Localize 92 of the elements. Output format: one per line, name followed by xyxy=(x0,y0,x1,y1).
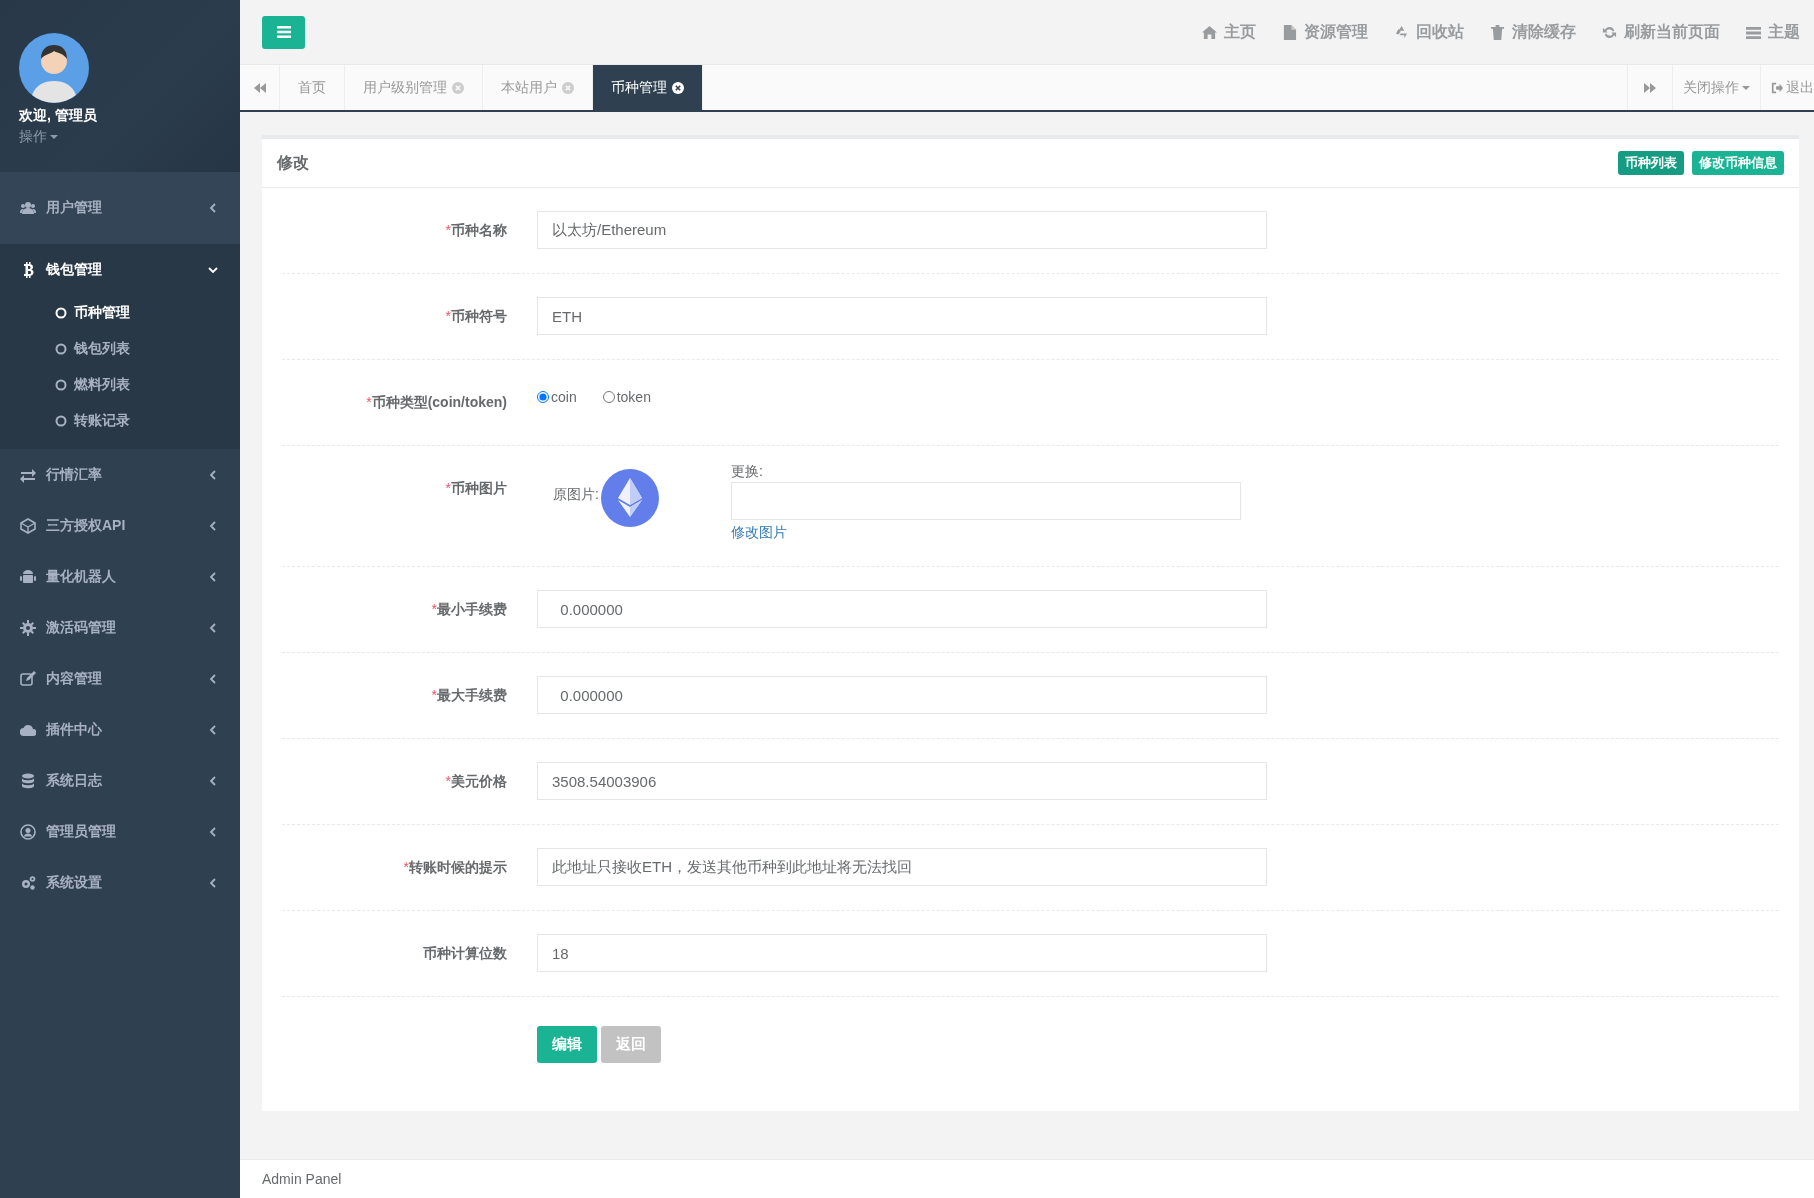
nav-link[interactable]: 资源管理 xyxy=(1282,21,1368,43)
double-left-arrow-icon xyxy=(252,80,267,95)
chevron-left-icon xyxy=(208,775,218,786)
chevron-left-icon xyxy=(208,469,218,480)
field-label: *美元价格 xyxy=(444,772,508,791)
exchange-arrows-icon xyxy=(20,466,36,483)
header-button[interactable]: 修改币种信息 xyxy=(1692,151,1784,175)
menu-icon xyxy=(276,26,291,38)
edit-icon xyxy=(20,670,36,687)
sidebar-item[interactable]: 钱包管理 xyxy=(0,244,240,295)
chevron-left-icon xyxy=(208,520,218,531)
chevron-down-icon xyxy=(208,264,218,275)
list-icon xyxy=(1746,24,1761,40)
field-label: *币种符号 xyxy=(444,307,508,326)
chevron-left-icon xyxy=(208,724,218,735)
nav-link[interactable]: 清除缓存 xyxy=(1490,21,1576,43)
radio-label[interactable]: token xyxy=(616,389,651,405)
sidebar-item[interactable]: 内容管理 xyxy=(0,653,240,704)
nav-link[interactable]: 主题 xyxy=(1746,21,1800,43)
file-input-field[interactable] xyxy=(730,482,1241,520)
page-tab[interactable]: 币种管理 xyxy=(593,65,703,110)
circle-icon xyxy=(55,415,67,427)
chevron-left-icon xyxy=(208,877,218,888)
sidebar-item[interactable]: 插件中心 xyxy=(0,704,240,755)
users-icon xyxy=(20,200,36,216)
sidebar-item[interactable]: 管理员管理 xyxy=(0,806,240,857)
chevron-left-icon xyxy=(208,622,218,633)
edit-button[interactable]: 编辑 xyxy=(537,1026,597,1063)
profile-menu[interactable]: 操作 xyxy=(19,128,58,146)
footer-text: Admin Panel xyxy=(262,1171,342,1187)
field-label: *转账时候的提示 xyxy=(402,858,508,877)
chevron-left-icon xyxy=(208,826,218,837)
sidebar-item[interactable]: 用户管理 xyxy=(0,172,240,244)
avatar xyxy=(19,33,89,103)
sidebar-item[interactable]: 系统设置 xyxy=(0,857,240,908)
field-label: *币种名称 xyxy=(444,221,508,240)
circle-icon xyxy=(55,307,67,319)
radio-label[interactable]: coin xyxy=(551,389,577,405)
radio-button[interactable] xyxy=(537,391,549,403)
input-field[interactable]: ETH xyxy=(537,297,1267,335)
sidebar-item[interactable]: 激活码管理 xyxy=(0,602,240,653)
replace-label: 更换: xyxy=(730,463,763,481)
input-field[interactable]: 以太坊/Ethereum xyxy=(537,211,1267,249)
input-field[interactable]: 此地址只接收ETH，发送其他币种到此地址将无法找回 xyxy=(537,848,1267,886)
nav-link[interactable]: 回收站 xyxy=(1394,21,1464,43)
chevron-left-icon xyxy=(208,571,218,582)
menu-toggle-button[interactable] xyxy=(262,15,305,49)
chevron-left-icon xyxy=(208,203,218,213)
input-field[interactable]: 18 xyxy=(537,934,1267,972)
field-label: *币种类型(coin/token) xyxy=(365,393,508,412)
diamond-coin-icon xyxy=(600,469,659,527)
input-field[interactable]: 0.000000 xyxy=(537,676,1267,714)
close-menu-dropdown[interactable]: 关闭操作 xyxy=(1672,65,1760,110)
document-icon xyxy=(1282,24,1297,40)
gears-icon xyxy=(20,874,36,891)
submenu-item[interactable]: 币种管理 xyxy=(0,295,240,331)
field-label: *币种图片 xyxy=(444,479,508,498)
input-field[interactable]: 3508.54003906 xyxy=(537,762,1267,800)
user-circle-icon xyxy=(20,823,36,840)
field-label: *最大手续费 xyxy=(430,686,508,705)
header-button[interactable]: 币种列表 xyxy=(1618,151,1684,175)
refresh-icon xyxy=(1602,24,1617,40)
database-icon xyxy=(20,772,36,789)
home-icon xyxy=(1202,24,1217,40)
sidebar-item[interactable]: 系统日志 xyxy=(0,755,240,806)
cube-icon xyxy=(20,517,36,534)
submenu-item[interactable]: 转账记录 xyxy=(0,403,240,439)
sidebar-item[interactable]: 行情汇率 xyxy=(0,449,240,500)
sign-out-icon xyxy=(1771,81,1783,94)
logout-link[interactable]: 退出 xyxy=(1760,65,1814,110)
circle-icon xyxy=(55,379,67,391)
field-label: 币种计算位数 xyxy=(422,944,508,963)
chevron-left-icon xyxy=(208,673,218,684)
panel-title: 修改 xyxy=(277,152,310,173)
image-label: 原图片: xyxy=(553,486,599,504)
robot-icon xyxy=(20,568,36,585)
radio-button[interactable] xyxy=(602,391,615,403)
close-icon[interactable] xyxy=(672,81,684,94)
submenu-item[interactable]: 燃料列表 xyxy=(0,367,240,403)
welcome-text: 欢迎, 管理员 xyxy=(19,107,97,125)
nav-link[interactable]: 刷新当前页面 xyxy=(1602,21,1720,43)
circle-icon xyxy=(55,343,67,355)
gear-icon xyxy=(20,619,36,636)
change-image-link[interactable]: 修改图片 xyxy=(730,524,787,542)
sidebar-item[interactable]: 量化机器人 xyxy=(0,551,240,602)
sidebar-item[interactable]: 三方授权API xyxy=(0,500,240,551)
input-field[interactable]: 0.000000 xyxy=(537,590,1267,628)
nav-link[interactable]: 主页 xyxy=(1202,21,1256,43)
field-label: *最小手续费 xyxy=(430,600,508,619)
double-right-arrow-icon xyxy=(1643,80,1657,95)
trash-icon xyxy=(1490,24,1505,40)
submenu-item[interactable]: 钱包列表 xyxy=(0,331,240,367)
